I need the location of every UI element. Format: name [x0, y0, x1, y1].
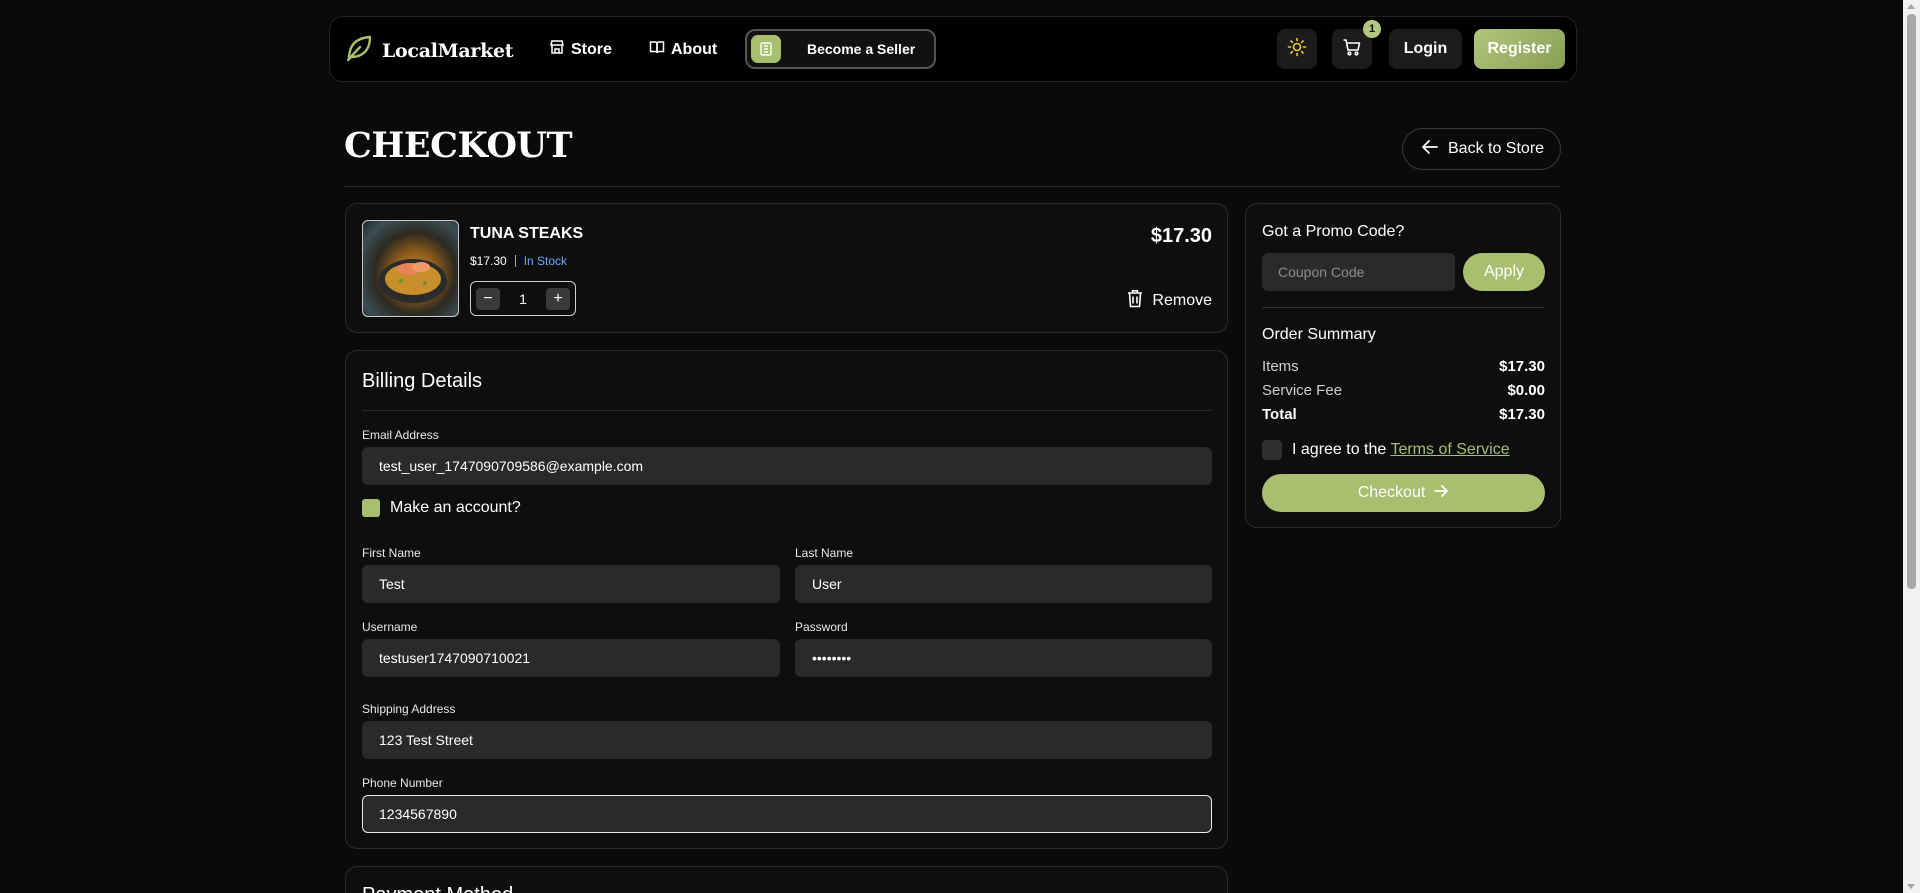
items-label: Items	[1262, 358, 1299, 375]
items-value: $17.30	[1499, 358, 1545, 375]
product-meta: $17.30 In Stock	[470, 254, 567, 268]
payment-title: Payment Method	[362, 884, 513, 893]
last-name-field[interactable]: User	[795, 565, 1212, 603]
service-fee-row: Service Fee $0.00	[1262, 382, 1545, 399]
phone-label: Phone Number	[362, 776, 443, 790]
terms-agreement: I agree to the Terms of Service	[1262, 440, 1510, 460]
remove-label: Remove	[1152, 292, 1212, 309]
nav-about-link[interactable]: About	[649, 39, 717, 60]
payment-method-card: Payment Method	[345, 866, 1228, 893]
items-row: Items $17.30	[1262, 358, 1545, 375]
seller-label: Become a Seller	[807, 41, 916, 57]
make-account-check-box[interactable]	[362, 499, 380, 517]
cart-count-badge: 1	[1363, 20, 1381, 38]
billing-title: Billing Details	[362, 370, 483, 392]
store-label: Store	[571, 40, 612, 58]
phone-number-field[interactable]: 1234567890	[362, 795, 1212, 833]
sun-icon	[1287, 37, 1307, 62]
first-name-field[interactable]: Test	[362, 565, 780, 603]
brand-name: LocalMarket	[382, 39, 514, 62]
total-label: Total	[1262, 406, 1297, 423]
unit-price: $17.30	[470, 254, 507, 268]
order-summary-title: Order Summary	[1262, 326, 1376, 343]
increment-button[interactable]: +	[545, 287, 570, 310]
quantity-stepper: − 1 +	[470, 281, 576, 316]
email-field[interactable]: test_user_1747090709586@example.com	[362, 447, 1212, 485]
scroll-up-arrow-icon[interactable]	[1907, 4, 1915, 9]
first-name-label: First Name	[362, 546, 421, 560]
cart-item-card: TUNA STEAKS $17.30 In Stock − 1 + $17.30…	[345, 203, 1228, 333]
quantity-value: 1	[519, 290, 527, 307]
arrow-right-icon	[1433, 483, 1449, 504]
decrement-button[interactable]: −	[476, 287, 500, 310]
service-fee-value: $0.00	[1507, 382, 1545, 399]
order-summary-card: Got a Promo Code? Coupon Code Apply Orde…	[1245, 203, 1561, 528]
scrollbar-thumb[interactable]	[1907, 14, 1916, 589]
make-account-label: Make an account?	[390, 499, 521, 516]
become-seller-button[interactable]: Become a Seller	[745, 29, 936, 69]
title-divider	[344, 186, 1561, 187]
stock-status: In Stock	[523, 254, 568, 268]
login-button[interactable]: Login	[1389, 29, 1462, 69]
theme-toggle-button[interactable]	[1277, 29, 1317, 69]
username-label: Username	[362, 620, 418, 634]
about-label: About	[671, 40, 718, 58]
last-name-label: Last Name	[795, 546, 854, 560]
back-label: Back to Store	[1448, 140, 1545, 157]
page-scrollbar[interactable]	[1903, 0, 1920, 893]
product-name[interactable]: TUNA STEAKS	[470, 225, 583, 243]
checkout-label: Checkout	[1357, 484, 1426, 501]
service-fee-label: Service Fee	[1262, 382, 1343, 399]
brand-logo[interactable]: LocalMarket	[344, 33, 514, 68]
total-value: $17.30	[1499, 406, 1545, 423]
top-navbar: LocalMarket Store About Become a Seller …	[329, 16, 1577, 82]
promo-title: Got a Promo Code?	[1262, 223, 1405, 240]
apply-coupon-button[interactable]: Apply	[1463, 253, 1545, 291]
meta-separator	[514, 255, 516, 267]
scroll-down-arrow-icon[interactable]	[1907, 884, 1915, 889]
nav-store-link[interactable]: Store	[549, 39, 612, 60]
terms-of-service-link[interactable]: Terms of Service	[1390, 441, 1509, 458]
billing-divider	[362, 410, 1212, 411]
total-row: Total $17.30	[1262, 406, 1545, 423]
summary-divider	[1262, 307, 1545, 308]
coupon-code-input[interactable]: Coupon Code	[1262, 253, 1455, 291]
make-account-checkbox[interactable]: Make an account?	[362, 499, 521, 517]
checkout-button[interactable]: Checkout	[1262, 474, 1545, 512]
shipping-label: Shipping Address	[362, 702, 456, 716]
storefront-icon	[751, 35, 781, 63]
line-total: $17.30	[1150, 225, 1212, 247]
terms-checkbox[interactable]	[1262, 440, 1282, 460]
store-icon	[549, 39, 565, 60]
remove-button[interactable]: Remove	[1126, 289, 1212, 313]
cart-button[interactable]: 1	[1332, 20, 1381, 69]
shipping-address-field[interactable]: 123 Test Street	[362, 721, 1212, 759]
billing-details-card: Billing Details Email Address test_user_…	[345, 350, 1228, 849]
register-button[interactable]: Register	[1474, 29, 1565, 69]
agree-text: I agree to the Terms of Service	[1292, 441, 1510, 459]
arrow-left-icon	[1421, 138, 1439, 161]
back-to-store-button[interactable]: Back to Store	[1402, 128, 1561, 170]
leaf-icon	[344, 33, 374, 68]
username-field[interactable]: testuser1747090710021	[362, 639, 780, 677]
book-icon	[649, 39, 665, 60]
page-title: CHECKOUT	[344, 125, 573, 166]
email-label: Email Address	[362, 428, 439, 442]
agree-prefix: I agree to the	[1292, 441, 1387, 458]
product-image[interactable]	[362, 220, 459, 317]
password-label: Password	[795, 620, 848, 634]
trash-icon	[1126, 289, 1144, 313]
password-field[interactable]: ••••••••	[795, 639, 1212, 677]
cart-icon	[1342, 37, 1362, 62]
